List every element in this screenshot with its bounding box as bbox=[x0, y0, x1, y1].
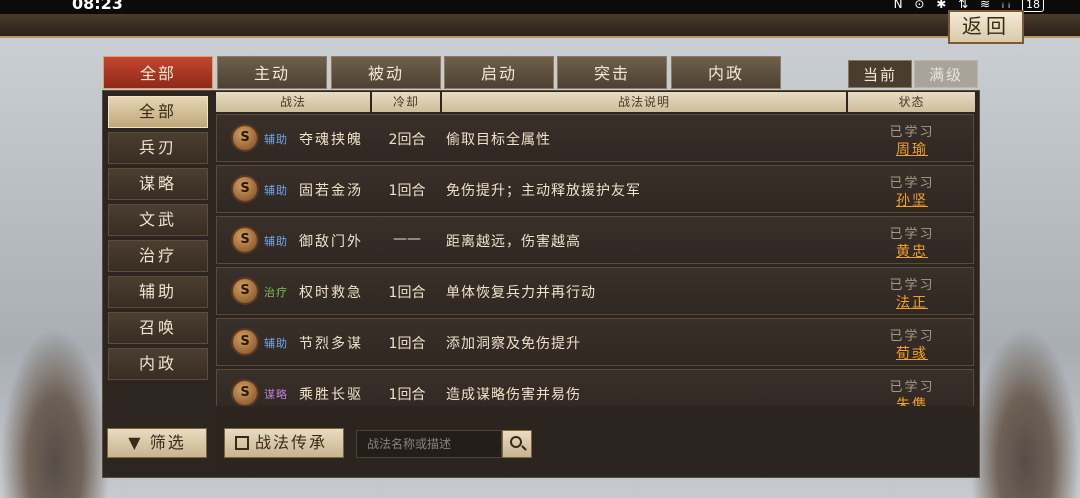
skill-grade-badge: S bbox=[233, 381, 257, 405]
skill-status: 已学习 bbox=[889, 176, 935, 191]
table-row[interactable]: S 辅助 节烈多谋 1回合 添加洞察及免伤提升 已学习 荀彧 bbox=[216, 318, 974, 366]
tab-active[interactable]: 主动 bbox=[217, 56, 327, 89]
header-description: 战法说明 bbox=[442, 92, 846, 112]
table-row[interactable]: S 辅助 夺魂挟魄 2回合 偷取目标全属性 已学习 周瑜 bbox=[216, 114, 974, 162]
filter-icon: ▼ bbox=[128, 433, 143, 452]
toggle-current[interactable]: 当前 bbox=[848, 60, 912, 88]
general-link[interactable]: 荀彧 bbox=[887, 343, 937, 363]
table-header: 战法 冷却 战法说明 状态 bbox=[216, 92, 975, 112]
skill-name: 节烈多谋 bbox=[299, 336, 363, 352]
table-row[interactable]: S 谋略 乘胜长驱 1回合 造成谋略伤害并易伤 已学习 朱儁 bbox=[216, 369, 974, 406]
status-time: 08:23 bbox=[72, 0, 123, 13]
skill-grade-badge: S bbox=[233, 126, 257, 150]
general-link[interactable]: 黄忠 bbox=[887, 241, 937, 261]
skill-type-tag: 治疗 bbox=[264, 286, 288, 299]
skill-type-tag: 辅助 bbox=[264, 184, 288, 197]
search-button[interactable] bbox=[502, 430, 532, 458]
skill-name: 固若金汤 bbox=[299, 183, 363, 199]
sidebar-item-civil-military[interactable]: 文武 bbox=[108, 204, 208, 236]
skill-type-tag: 辅助 bbox=[264, 235, 288, 248]
sidebar-item-heal[interactable]: 治疗 bbox=[108, 240, 208, 272]
skill-cooldown: 2回合 bbox=[388, 132, 426, 148]
skill-description: 偷取目标全属性 bbox=[446, 132, 551, 148]
skill-status: 已学习 bbox=[889, 278, 935, 293]
search-icon-handle bbox=[521, 445, 527, 451]
sidebar-item-all[interactable]: 全部 bbox=[108, 96, 208, 128]
tab-all[interactable]: 全部 bbox=[103, 56, 213, 89]
skill-status: 已学习 bbox=[889, 380, 935, 395]
skill-grade-badge: S bbox=[233, 330, 257, 354]
tab-launch[interactable]: 启动 bbox=[444, 56, 554, 89]
table-row[interactable]: S 辅助 御敌门外 —— 距离越远，伤害越高 已学习 黄忠 bbox=[216, 216, 974, 264]
skill-grade-badge: S bbox=[233, 177, 257, 201]
skill-status: 已学习 bbox=[889, 329, 935, 344]
skill-cooldown: —— bbox=[393, 231, 421, 247]
book-icon bbox=[235, 436, 249, 450]
tab-assault[interactable]: 突击 bbox=[557, 56, 667, 89]
skill-inherit-label: 战法传承 bbox=[255, 433, 328, 452]
battery-icon: 18 bbox=[1022, 0, 1044, 12]
level-toggle: 当前 满级 bbox=[848, 60, 978, 88]
skill-description: 单体恢复兵力并再行动 bbox=[446, 285, 596, 301]
skill-description: 免伤提升；主动释放援护友军 bbox=[446, 183, 641, 199]
general-link[interactable]: 朱儁 bbox=[887, 394, 937, 406]
general-link[interactable]: 孙坚 bbox=[887, 190, 937, 210]
skill-cooldown: 1回合 bbox=[388, 183, 426, 199]
skill-grade-badge: S bbox=[233, 279, 257, 303]
skill-cooldown: 1回合 bbox=[388, 387, 426, 403]
tab-passive[interactable]: 被动 bbox=[331, 56, 441, 89]
skill-cooldown: 1回合 bbox=[388, 336, 426, 352]
back-button[interactable]: 返回 bbox=[948, 10, 1024, 44]
sidebar-item-strategy[interactable]: 谋略 bbox=[108, 168, 208, 200]
table-row[interactable]: S 辅助 固若金汤 1回合 免伤提升；主动释放援护友军 已学习 孙坚 bbox=[216, 165, 974, 213]
header-status: 状态 bbox=[848, 92, 975, 112]
skill-grade-badge: S bbox=[233, 228, 257, 252]
skill-description: 造成谋略伤害并易伤 bbox=[446, 387, 581, 403]
filter-label: 筛选 bbox=[149, 433, 186, 452]
header-cooldown: 冷却 bbox=[372, 92, 440, 112]
skill-name: 夺魂挟魄 bbox=[299, 132, 363, 148]
general-link[interactable]: 周瑜 bbox=[887, 139, 937, 159]
skill-status: 已学习 bbox=[889, 125, 935, 140]
tab-internal-affairs[interactable]: 内政 bbox=[671, 56, 781, 89]
top-frame bbox=[0, 14, 1080, 38]
background-warrior-right bbox=[970, 328, 1080, 498]
table-row[interactable]: S 治疗 权时救急 1回合 单体恢复兵力并再行动 已学习 法正 bbox=[216, 267, 974, 315]
skill-status: 已学习 bbox=[889, 227, 935, 242]
skill-description: 添加洞察及免伤提升 bbox=[446, 336, 581, 352]
sidebar-item-support[interactable]: 辅助 bbox=[108, 276, 208, 308]
background-warrior-left bbox=[0, 328, 110, 498]
search-input[interactable]: 战法名称或描述 bbox=[356, 430, 502, 458]
skill-type-tag: 辅助 bbox=[264, 133, 288, 146]
sidebar-item-summon[interactable]: 召唤 bbox=[108, 312, 208, 344]
skill-name: 乘胜长驱 bbox=[299, 387, 363, 403]
skill-list: S 辅助 夺魂挟魄 2回合 偷取目标全属性 已学习 周瑜 S 辅助 固若金汤 1… bbox=[216, 114, 975, 406]
sidebar-item-weapon[interactable]: 兵刃 bbox=[108, 132, 208, 164]
toggle-max-level[interactable]: 满级 bbox=[914, 60, 978, 88]
skill-inherit-button[interactable]: 战法传承 bbox=[224, 428, 344, 458]
status-bar: 08:23 N ⊙ ✱ ⇅ ≋ ᵢᵢ 18 bbox=[0, 0, 1080, 14]
skill-name: 御敌门外 bbox=[299, 234, 363, 250]
header-skill: 战法 bbox=[216, 92, 370, 112]
skill-cooldown: 1回合 bbox=[388, 285, 426, 301]
general-link[interactable]: 法正 bbox=[887, 292, 937, 312]
skill-type-tag: 谋略 bbox=[264, 388, 288, 401]
skill-type-tag: 辅助 bbox=[264, 337, 288, 350]
sidebar-item-internal[interactable]: 内政 bbox=[108, 348, 208, 380]
filter-button[interactable]: ▼ 筛选 bbox=[107, 428, 207, 458]
skill-name: 权时救急 bbox=[299, 285, 363, 301]
skill-description: 距离越远，伤害越高 bbox=[446, 234, 581, 250]
